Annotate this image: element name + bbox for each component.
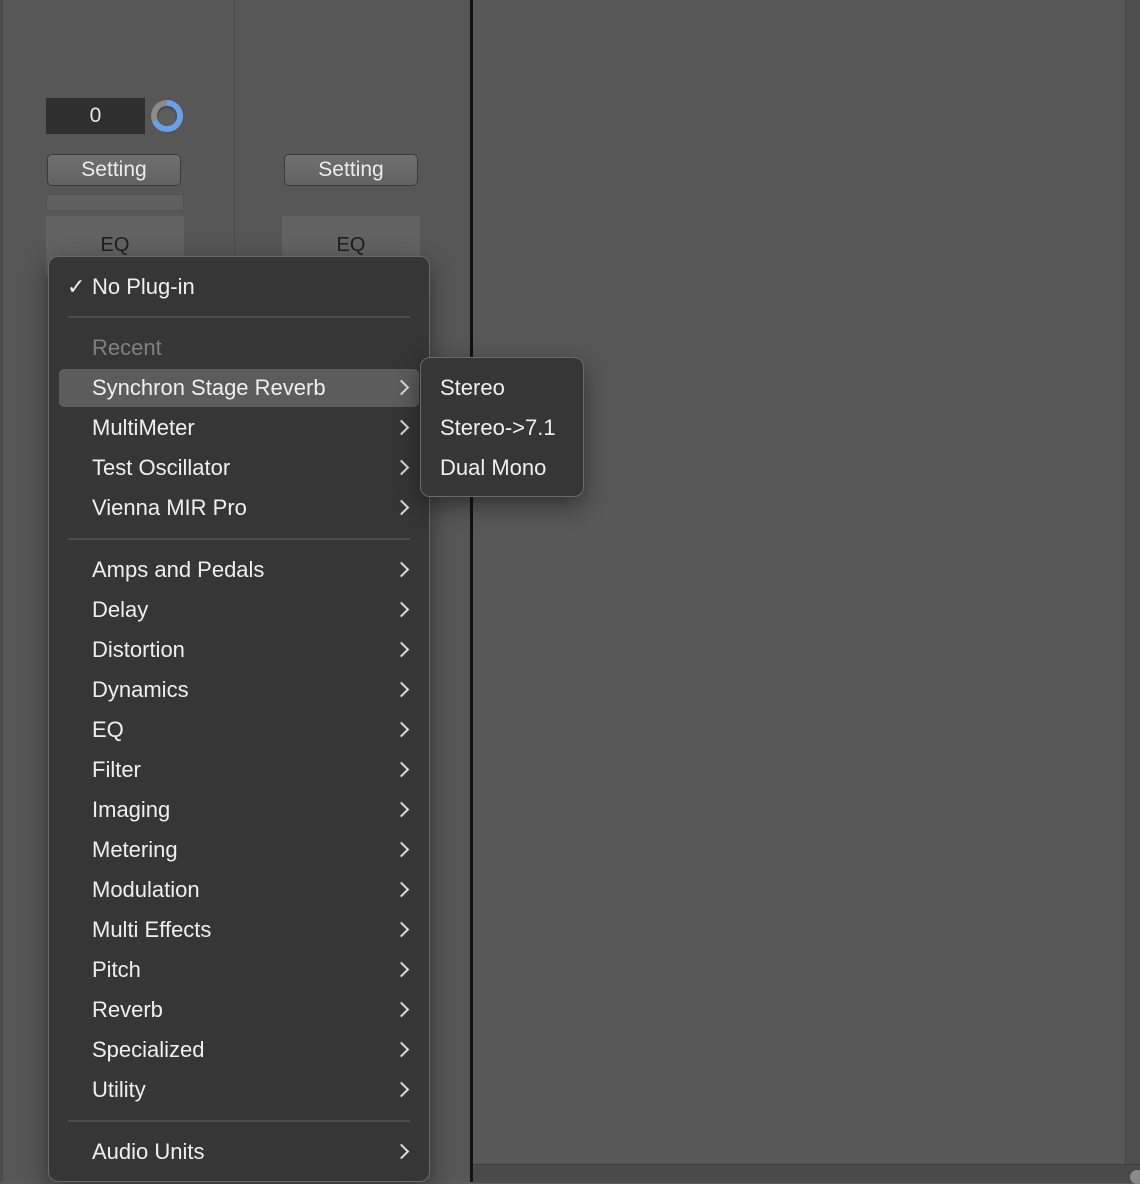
menu-item-label: Pitch [92, 957, 141, 982]
menu-separator [68, 1120, 410, 1122]
chevron-right-icon [393, 499, 410, 516]
checkmark-icon: ✓ [67, 274, 86, 299]
chevron-right-icon [393, 881, 410, 898]
menu-item-metering[interactable]: Metering [59, 831, 419, 869]
menu-item-specialized[interactable]: Specialized [59, 1031, 419, 1069]
menu-item-label: No Plug-in [92, 274, 195, 299]
menu-item-label: Dynamics [92, 677, 189, 702]
empty-slot[interactable] [46, 194, 184, 211]
menu-item-label: Specialized [92, 1037, 205, 1062]
menu-item-multimeter[interactable]: MultiMeter [59, 409, 419, 447]
menu-item-utility[interactable]: Utility [59, 1071, 419, 1109]
menu-item-label: Vienna MIR Pro [92, 495, 247, 520]
setting-button-2[interactable]: Setting [284, 154, 418, 186]
menu-item-label: Filter [92, 757, 141, 782]
chevron-right-icon [393, 561, 410, 578]
chevron-right-icon [393, 801, 410, 818]
menu-item-synchron-stage-reverb[interactable]: Synchron Stage Reverb [59, 369, 419, 407]
chevron-right-icon [393, 721, 410, 738]
menu-item-label: Reverb [92, 997, 163, 1022]
menu-item-no-plugin[interactable]: ✓ No Plug-in [59, 268, 419, 306]
menu-item-label: Imaging [92, 797, 171, 822]
chevron-right-icon [393, 1041, 410, 1058]
menu-item-label: Multi Effects [92, 917, 212, 942]
strip-left-edge [0, 0, 3, 1182]
menu-separator [68, 316, 410, 318]
menu-item-filter[interactable]: Filter [59, 751, 419, 789]
menu-item-vienna-mir-pro[interactable]: Vienna MIR Pro [59, 489, 419, 527]
menu-item-label: Audio Units [92, 1139, 205, 1164]
chevron-right-icon [393, 841, 410, 858]
gain-value-field[interactable]: 0 [46, 98, 145, 134]
menu-item-test-oscillator[interactable]: Test Oscillator [59, 449, 419, 487]
menu-item-label: MultiMeter [92, 415, 195, 440]
menu-item-label: Amps and Pedals [92, 557, 265, 582]
menu-item-distortion[interactable]: Distortion [59, 631, 419, 669]
menu-item-pitch[interactable]: Pitch [59, 951, 419, 989]
chevron-right-icon [393, 1081, 410, 1098]
menu-item-label: Synchron Stage Reverb [92, 375, 326, 400]
chevron-right-icon [393, 1001, 410, 1018]
chevron-right-icon [393, 379, 410, 396]
recent-header: Recent [92, 335, 162, 360]
menu-item-label: Distortion [92, 637, 185, 662]
horizontal-scrollbar[interactable] [473, 1164, 1140, 1183]
menu-item-label: Utility [92, 1077, 146, 1102]
menu-item-label: Modulation [92, 877, 200, 902]
menu-item-audio-units[interactable]: Audio Units [59, 1133, 419, 1171]
menu-item-label: Test Oscillator [92, 455, 231, 480]
menu-item-reverb[interactable]: Reverb [59, 991, 419, 1029]
gain-knob[interactable] [151, 100, 183, 132]
menu-item-delay[interactable]: Delay [59, 591, 419, 629]
right-pane [473, 0, 1125, 1164]
menu-separator [68, 538, 410, 540]
submenu-item-dual-mono[interactable]: Dual Mono [427, 449, 577, 487]
plugin-menu: ✓ No Plug-in Recent Synchron Stage Rever… [48, 256, 430, 1182]
chevron-right-icon [393, 961, 410, 978]
menu-item-amps-and-pedals[interactable]: Amps and Pedals [59, 551, 419, 589]
menu-item-dynamics[interactable]: Dynamics [59, 671, 419, 709]
menu-item-multi-effects[interactable]: Multi Effects [59, 911, 419, 949]
menu-item-label: EQ [92, 717, 124, 742]
menu-item-label: Delay [92, 597, 149, 622]
chevron-right-icon [393, 1143, 410, 1160]
chevron-right-icon [393, 681, 410, 698]
chevron-right-icon [393, 601, 410, 618]
chevron-right-icon [393, 459, 410, 476]
channel-format-submenu: Stereo Stereo->7.1 Dual Mono [420, 357, 584, 497]
setting-button-1[interactable]: Setting [47, 154, 181, 186]
submenu-item-stereo-to-7-1[interactable]: Stereo->7.1 [427, 409, 577, 447]
vertical-scrollbar[interactable] [1125, 0, 1140, 1182]
menu-item-imaging[interactable]: Imaging [59, 791, 419, 829]
chevron-right-icon [393, 641, 410, 658]
chevron-right-icon [393, 921, 410, 938]
menu-item-modulation[interactable]: Modulation [59, 871, 419, 909]
chevron-right-icon [393, 419, 410, 436]
submenu-item-stereo[interactable]: Stereo [427, 369, 577, 407]
menu-item-label: Metering [92, 837, 178, 862]
menu-item-eq[interactable]: EQ [59, 711, 419, 749]
chevron-right-icon [393, 761, 410, 778]
